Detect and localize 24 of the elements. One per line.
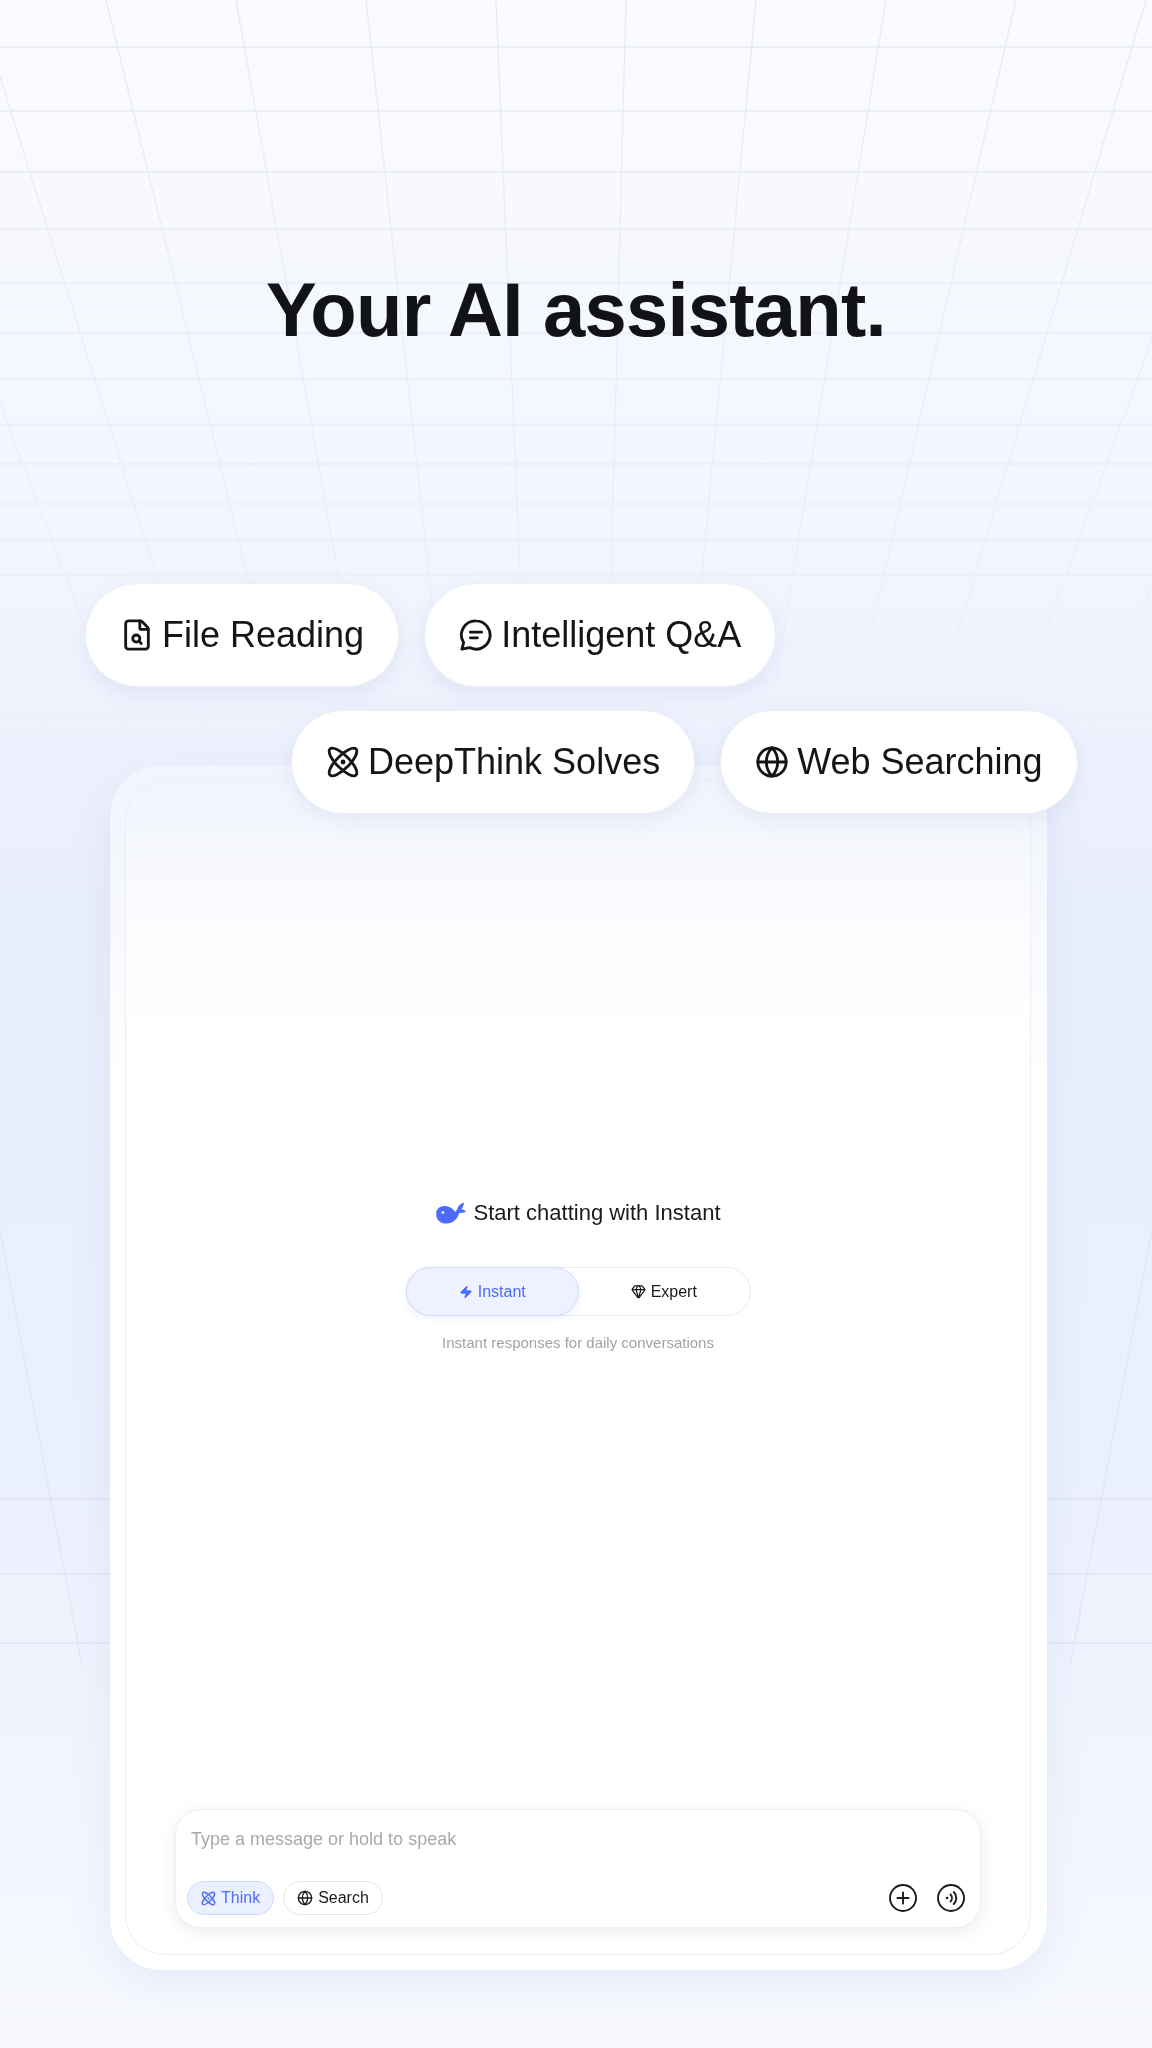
add-button[interactable] xyxy=(889,1884,917,1912)
feature-label: DeepThink Solves xyxy=(368,744,661,780)
globe-icon xyxy=(297,1890,314,1906)
voice-button[interactable] xyxy=(937,1884,965,1912)
chat-bubble-icon xyxy=(459,618,494,652)
globe-icon xyxy=(755,745,790,779)
atom-icon xyxy=(326,745,360,779)
diamond-icon xyxy=(630,1284,646,1299)
composer-toggle[interactable]: Search xyxy=(283,1881,383,1915)
feature-label: File Reading xyxy=(162,617,365,653)
whale-logo-icon xyxy=(435,1201,467,1224)
atom-icon xyxy=(201,1890,216,1906)
headline: Your AI assistant. xyxy=(266,272,886,348)
composer-toggle[interactable]: Think xyxy=(187,1881,275,1915)
mode-tab[interactable]: Instant xyxy=(405,1267,579,1316)
plus-circle-icon xyxy=(889,1884,917,1912)
sound-wave-icon xyxy=(937,1884,965,1912)
message-input[interactable]: Type a message or hold to speak xyxy=(191,1827,965,1851)
mode-description: Instant responses for daily conversations xyxy=(442,1333,714,1353)
feature-label: Web Searching xyxy=(797,744,1043,780)
mode-tab[interactable]: Expert xyxy=(578,1268,750,1315)
lightning-icon xyxy=(458,1284,473,1299)
chat-title: Start chatting with Instant xyxy=(473,1201,721,1224)
feature-label: Intelligent Q&A xyxy=(501,617,742,653)
